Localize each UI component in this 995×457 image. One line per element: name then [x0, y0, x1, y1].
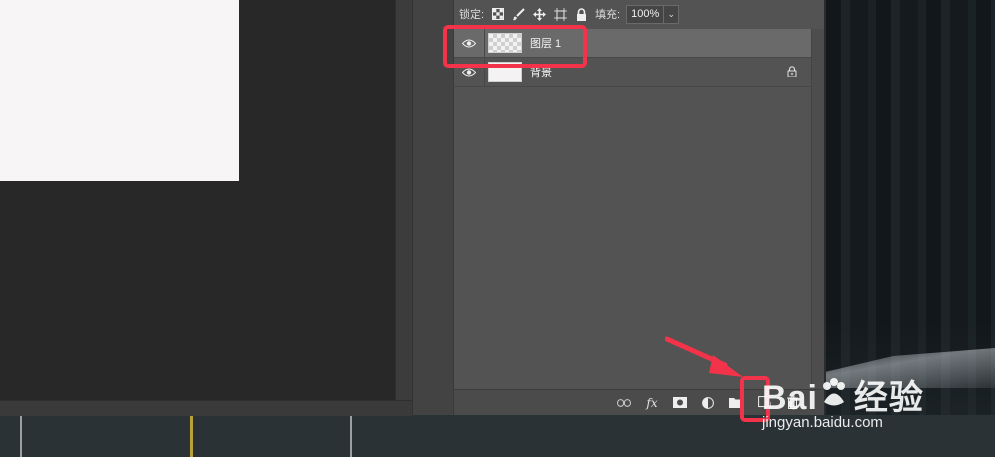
- document-canvas[interactable]: [0, 0, 239, 181]
- lock-artboard-icon[interactable]: [553, 7, 568, 22]
- lock-image-pixels-brush-icon[interactable]: [511, 7, 526, 22]
- watermark-brand: Bai 经验: [762, 378, 924, 417]
- watermark-url: jingyan.baidu.com: [762, 414, 883, 431]
- road-center-line: [190, 415, 193, 457]
- mask-icon[interactable]: [671, 394, 689, 412]
- baidu-watermark: Bai 经验 jingyan.baidu.com: [742, 370, 992, 440]
- lock-transparent-pixels-icon[interactable]: [490, 7, 505, 22]
- canvas-horizontal-scrollbar[interactable]: [0, 400, 412, 416]
- fill-opacity-field[interactable]: 100% ⌄: [626, 4, 680, 24]
- lock-icon: [787, 66, 797, 80]
- window-edge: [824, 0, 826, 415]
- chevron-down-icon[interactable]: ⌄: [663, 5, 678, 23]
- lock-label: 锁定:: [459, 9, 485, 21]
- canvas-vertical-scrollbar[interactable]: [395, 0, 413, 400]
- fill-label: 填充:: [595, 9, 621, 21]
- lock-position-move-icon[interactable]: [532, 7, 547, 22]
- lock-all-icon[interactable]: [574, 7, 589, 22]
- link-icon[interactable]: [615, 394, 633, 412]
- annotation-arrow: [665, 336, 743, 377]
- fx-icon[interactable]: fx: [643, 394, 661, 412]
- lock-bar: 锁定: 填充: 100% ⌄: [454, 0, 825, 28]
- highlight-box-layer1: [443, 25, 587, 68]
- canvas-area[interactable]: [0, 0, 395, 400]
- paw-icon: [822, 378, 845, 406]
- adjustment-icon[interactable]: [699, 394, 717, 412]
- road-edge-left: [20, 415, 22, 457]
- road-edge-right: [350, 415, 352, 457]
- fill-value[interactable]: 100%: [627, 8, 663, 20]
